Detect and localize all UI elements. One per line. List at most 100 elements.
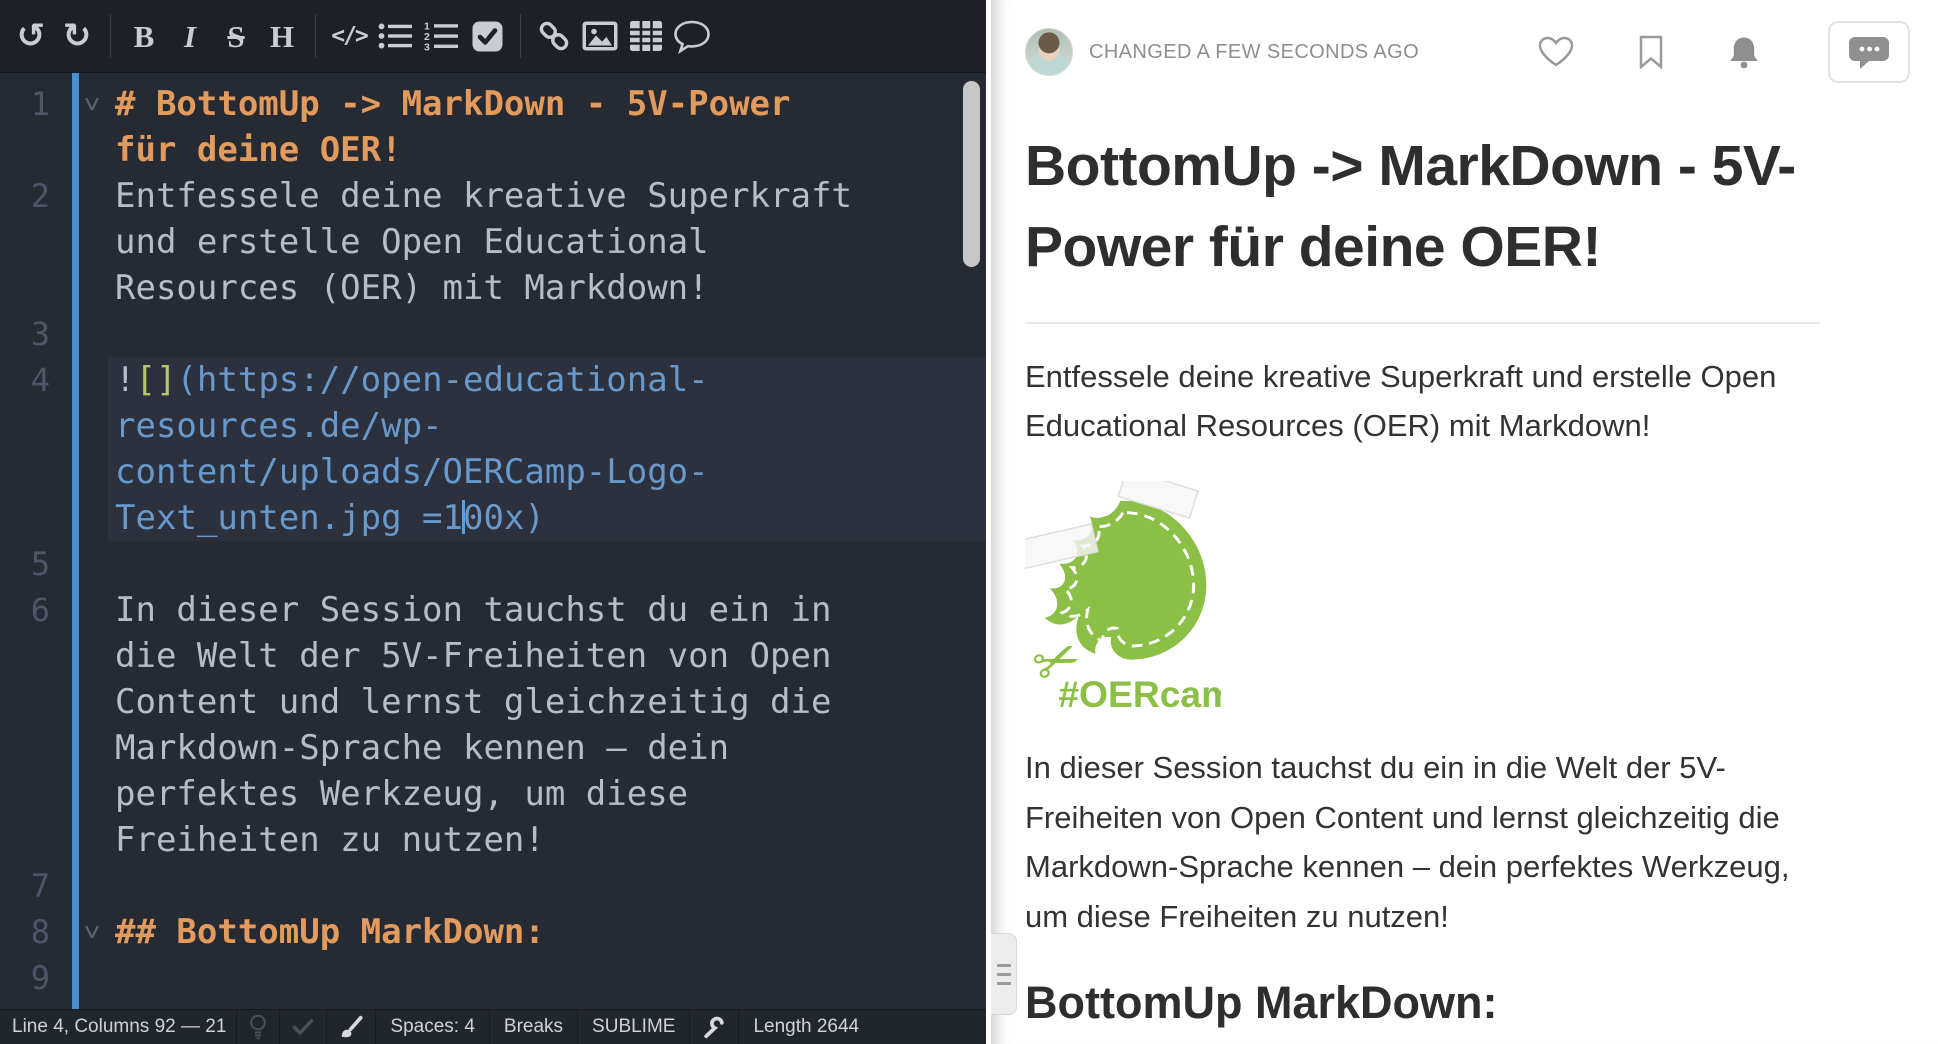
active-line-text: ![](https://open-educational-resources.d… [108,357,986,541]
undo-icon: ↺ [17,19,46,53]
open-comments-button[interactable] [1828,21,1910,83]
editor-line[interactable]: 3 [0,311,986,357]
editor-line[interactable]: 8>## BottomUp MarkDown: [0,909,986,955]
theme-brush-button[interactable] [327,1010,376,1044]
editor-line[interactable]: 5 [0,541,986,587]
check-icon [292,1018,314,1036]
editor-toolbar: ↺ ↻ B I S H </> 1 2 3 [0,0,986,73]
strikethrough-icon: S [227,21,244,52]
editor-gutter: 1> [0,81,108,173]
code-token: die Welt der 5V-Freiheiten von Open [115,636,831,676]
wrapped-segment: die Welt der 5V-Freiheiten von Open [115,633,986,679]
unordered-list-icon [378,22,412,50]
spaces-setting[interactable]: Spaces: 4 [376,1010,490,1044]
redo-icon: ↻ [63,19,92,53]
editor-gutter: 9 [0,955,108,1001]
line-number: 9 [0,955,50,1001]
undo-button[interactable]: ↺ [8,11,54,61]
toolbar-separator [315,14,316,58]
editor-line[interactable]: 1># BottomUp -> MarkDown - 5V-Powerfür d… [0,81,986,173]
line-text: ## BottomUp MarkDown: [108,909,986,955]
bold-button[interactable]: B [121,11,167,61]
wrapped-segment: ![](https://open-educational- [115,357,986,403]
subscribe-button[interactable] [1728,35,1760,69]
checklist-button[interactable] [464,11,510,61]
strikethrough-button[interactable]: S [213,11,259,61]
comment-button[interactable] [669,11,715,61]
code-token: [] [135,360,176,400]
redo-button[interactable]: ↻ [54,11,100,61]
editor-gutter: 8> [0,909,108,955]
code-editor[interactable]: 1># BottomUp -> MarkDown - 5V-Powerfür d… [0,73,986,1009]
document-length: Length 2644 [739,1010,873,1044]
code-token: für deine OER! [115,130,402,170]
wrapped-segment: content/uploads/OERCamp-Logo- [115,449,986,495]
line-text [108,311,986,357]
code-token: und erstelle Open Educational [115,222,709,262]
preview-actions [1538,21,1910,83]
heart-icon [1538,36,1574,68]
wrapped-segment: # BottomUp -> MarkDown - 5V-Power [115,81,986,127]
line-number: 3 [0,311,50,357]
spellcheck-button[interactable] [280,1010,327,1044]
editor-panel: ↺ ↻ B I S H </> 1 2 3 [0,0,986,1044]
wrapped-segment: perfektes Werkzeug, um diese [115,771,986,817]
image-button[interactable] [577,11,623,61]
editor-line[interactable]: 10**Verwahren & Vervielfältigen:** [0,1001,986,1009]
line-number: 1 [0,81,50,127]
intro-paragraph: Entfessele deine kreative Superkraft und… [1025,352,1820,451]
fold-chevron-icon[interactable]: > [85,81,99,127]
drag-handle-bar [997,973,1011,976]
wrapped-segment: Markdown-Sprache kennen – dein [115,725,986,771]
like-button[interactable] [1538,36,1574,68]
breaks-setting[interactable]: Breaks [490,1010,578,1044]
drag-handle-bar [997,982,1011,985]
code-token: Entfessele deine kreative Superkraft [115,176,852,216]
lightbulb-icon [249,1014,267,1040]
editor-gutter: 10 [0,1001,108,1009]
editor-gutter: 5 [0,541,108,587]
preferences-button[interactable] [690,1010,739,1044]
line-text [108,541,986,587]
bookmark-icon [1638,35,1664,69]
code-token: resources.de/wp- [115,406,443,446]
bookmark-button[interactable] [1638,35,1664,69]
editor-line[interactable]: 2Entfessele deine kreative Superkraftund… [0,173,986,311]
checklist-icon [472,21,503,52]
editor-line[interactable]: 4![](https://open-educational-resources.… [0,357,986,541]
preview-panel: CHANGED A FEW SECONDS AGO [991,0,1938,1044]
editor-scrollbar[interactable] [963,81,980,267]
author-avatar[interactable] [1025,28,1073,76]
editor-gutter: 3 [0,311,108,357]
link-button[interactable] [531,11,577,61]
unordered-list-button[interactable] [372,11,418,61]
last-changed-label: CHANGED A FEW SECONDS AGO [1089,41,1419,64]
wrench-icon [702,1015,726,1039]
editor-line[interactable]: 7 [0,863,986,909]
editor-line[interactable]: 9 [0,955,986,1001]
table-button[interactable] [623,11,669,61]
heading-button[interactable]: H [259,11,305,61]
lightbulb-button[interactable] [237,1010,280,1044]
editor-line[interactable]: 6In dieser Session tauchst du ein indie … [0,587,986,863]
fold-chevron-icon[interactable]: > [85,909,99,955]
code-button[interactable]: </> [326,11,372,61]
split-drag-handle[interactable] [991,933,1017,1015]
code-token: Content und lernst gleichzeitig die [115,682,831,722]
table-icon [629,20,663,52]
bell-icon [1728,35,1760,69]
wrapped-segment: für deine OER! [115,127,986,173]
ordered-list-icon: 1 2 3 [424,21,458,51]
line-number: 6 [0,587,50,633]
drag-handle-bar [997,964,1011,967]
title-divider [1025,322,1820,324]
ordered-list-button[interactable]: 1 2 3 [418,11,464,61]
italic-button[interactable]: I [167,11,213,61]
line-text: Entfessele deine kreative Superkraft und … [108,173,986,311]
wrapped-segment: resources.de/wp- [115,403,986,449]
document-title: BottomUp -> MarkDown - 5V-Power für dein… [1025,126,1820,288]
rendered-document: BottomUp -> MarkDown - 5V-Power für dein… [1025,126,1820,1044]
line-number: 10 [0,1001,50,1009]
keymap-setting[interactable]: SUBLIME [578,1010,690,1044]
editor-lines: 1># BottomUp -> MarkDown - 5V-Powerfür d… [0,73,986,1009]
